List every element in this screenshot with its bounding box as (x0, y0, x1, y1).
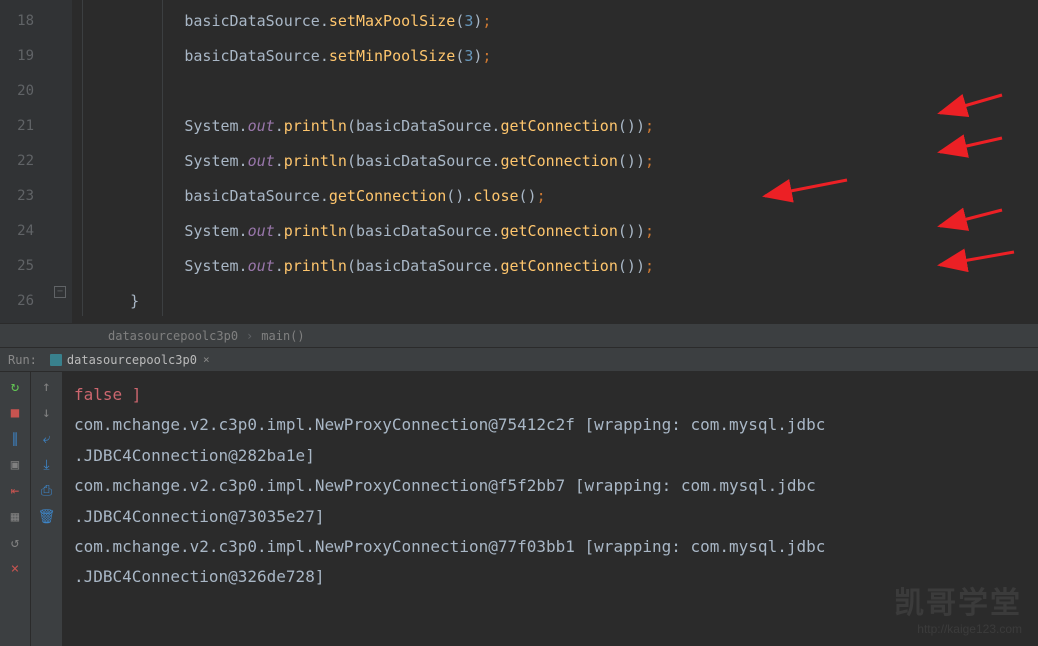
console-line: .JDBC4Connection@282ba1e] (74, 441, 1026, 471)
code-line[interactable]: } (76, 284, 1038, 319)
breadcrumb-separator: › (246, 329, 253, 343)
run-tab[interactable]: datasourcepoolc3p0 × (45, 348, 214, 371)
close-icon[interactable]: × (6, 560, 24, 578)
run-tab-label: datasourcepoolc3p0 (67, 353, 197, 367)
fold-icon[interactable]: − (54, 286, 66, 298)
code-content[interactable]: basicDataSource.setMaxPoolSize(3); basic… (72, 0, 1038, 323)
code-line[interactable]: basicDataSource.setMinPoolSize(3); (76, 39, 1038, 74)
console-line: com.mchange.v2.c3p0.impl.NewProxyConnect… (74, 532, 1026, 562)
indent-guide (82, 0, 83, 316)
down-icon[interactable]: ↓ (38, 404, 56, 422)
watermark-url: http://kaige123.com (894, 622, 1022, 636)
editor-area: 181920212223242526 − basicDataSource.set… (0, 0, 1038, 323)
code-line[interactable]: System.out.println(basicDataSource.getCo… (76, 214, 1038, 249)
rerun-icon[interactable]: ↻ (6, 378, 24, 396)
line-number: 18 (0, 4, 52, 39)
console-area: ↻■∥▣⇤▦↺× ↑↓⤶⤓⎙🗑 false ]com.mchange.v2.c3… (0, 372, 1038, 646)
line-number: 21 (0, 109, 52, 144)
console-output[interactable]: false ]com.mchange.v2.c3p0.impl.NewProxy… (62, 372, 1038, 646)
run-toolbar-inner: ↑ ↓ ⤶ ⤓ ⎙ 🗑 (30, 372, 62, 646)
code-line[interactable]: basicDataSource.getConnection().close(); (76, 179, 1038, 214)
layout-icon[interactable]: ▦ (6, 508, 24, 526)
exit-icon[interactable]: ⇤ (6, 482, 24, 500)
up-icon[interactable]: ↑ (38, 378, 56, 396)
breadcrumb-item[interactable]: main() (253, 329, 312, 343)
run-tool-header: Run: datasourcepoolc3p0 × (0, 348, 1038, 372)
line-number: 20 (0, 74, 52, 109)
line-number: 24 (0, 214, 52, 249)
scroll-icon[interactable]: ⤓ (38, 456, 56, 474)
console-line: com.mchange.v2.c3p0.impl.NewProxyConnect… (74, 410, 1026, 440)
watermark: 凯哥学堂 http://kaige123.com (894, 578, 1022, 636)
console-line: com.mchange.v2.c3p0.impl.NewProxyConnect… (74, 471, 1026, 501)
console-line: .JDBC4Connection@326de728] (74, 562, 1026, 592)
restore-icon[interactable]: ↺ (6, 534, 24, 552)
app-icon (49, 353, 63, 367)
camera-icon[interactable]: ▣ (6, 456, 24, 474)
code-line[interactable]: System.out.println(basicDataSource.getCo… (76, 109, 1038, 144)
pause-icon[interactable]: ∥ (6, 430, 24, 448)
line-number: 25 (0, 249, 52, 284)
console-line: .JDBC4Connection@73035e27] (74, 502, 1026, 532)
line-number: 23 (0, 179, 52, 214)
code-line[interactable]: System.out.println(basicDataSource.getCo… (76, 144, 1038, 179)
run-label: Run: (0, 353, 45, 367)
code-line[interactable]: System.out.println(basicDataSource.getCo… (76, 249, 1038, 284)
watermark-text: 凯哥学堂 (894, 578, 1022, 622)
clear-icon[interactable]: 🗑 (38, 508, 56, 526)
line-number: 26 (0, 284, 52, 319)
code-line[interactable]: basicDataSource.setMaxPoolSize(3); (76, 4, 1038, 39)
stop-icon[interactable]: ■ (6, 404, 24, 422)
fold-gutter: − (52, 0, 72, 323)
indent-guide (162, 0, 163, 316)
code-line[interactable] (76, 74, 1038, 109)
close-icon[interactable]: × (203, 353, 210, 366)
run-toolbar-left: ↻ ■ ∥ ▣ ⇤ ▦ ↺ × (0, 372, 30, 646)
breadcrumbs: datasourcepoolc3p0 › main() (0, 323, 1038, 348)
wrap-icon[interactable]: ⤶ (38, 430, 56, 448)
print-icon[interactable]: ⎙ (38, 482, 56, 500)
breadcrumb-item[interactable]: datasourcepoolc3p0 (100, 329, 246, 343)
console-line: false ] (74, 380, 1026, 410)
line-number: 22 (0, 144, 52, 179)
line-number-gutter: 181920212223242526 (0, 0, 52, 323)
line-number: 19 (0, 39, 52, 74)
